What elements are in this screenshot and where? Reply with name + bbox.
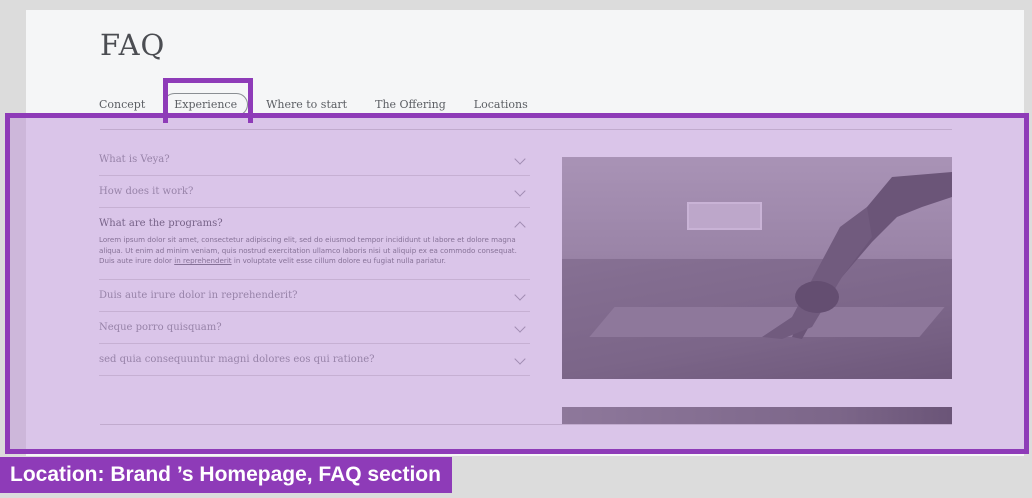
faq-title: FAQ: [100, 28, 166, 62]
location-caption: Location: Brand ’s Homepage, FAQ section: [0, 457, 452, 493]
tab-concept[interactable]: Concept: [99, 94, 155, 115]
tab-highlight-box: [163, 78, 253, 123]
tab-where-to-start[interactable]: Where to start: [256, 94, 357, 115]
tab-locations[interactable]: Locations: [464, 94, 538, 115]
tab-the-offering[interactable]: The Offering: [365, 94, 456, 115]
faq-highlight-overlay: [5, 113, 1029, 454]
